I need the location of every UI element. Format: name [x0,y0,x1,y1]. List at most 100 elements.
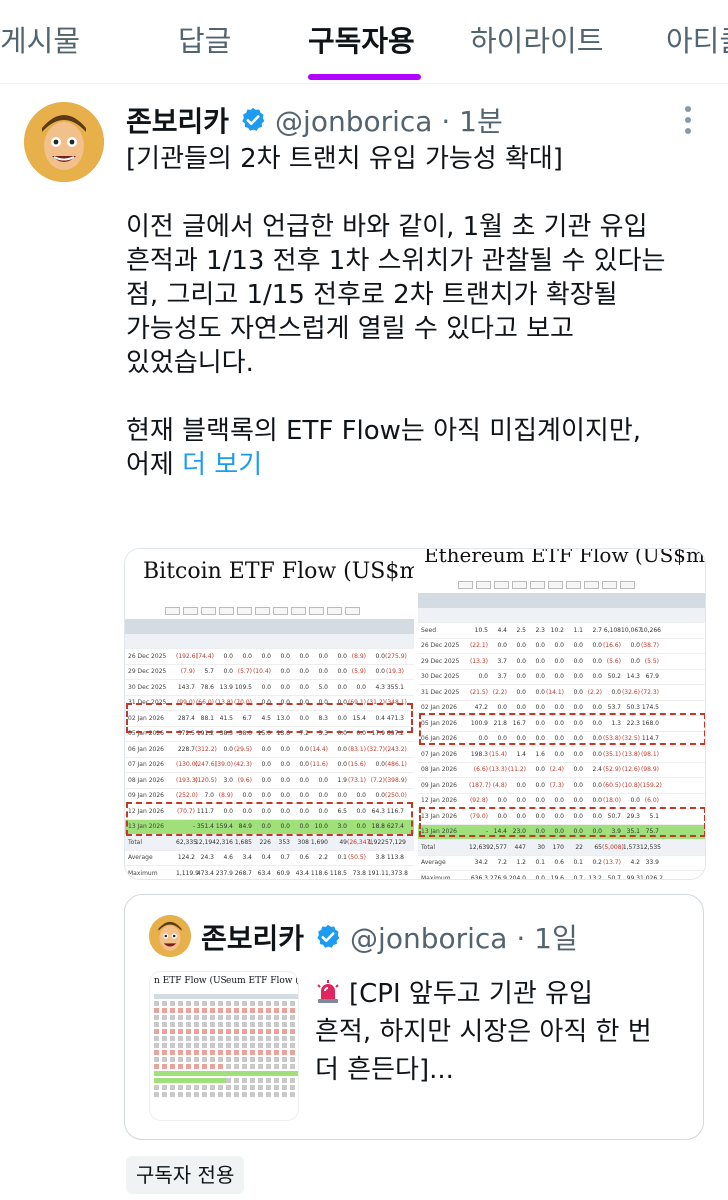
table-cell: 0.0 [554,704,564,712]
table-row: 08 Jan 2026 (6.6) (13.3) (11.2) 0.0 (2.4) 0.0 2… [418,761,705,778]
table-cell: 0.0 [611,688,621,696]
table-cell: (22.1) [469,642,488,650]
table-cell: (12.6) [621,766,640,774]
post-media[interactable]: Bitcoin ETF Flow (US$m) 26 Dec 2025 (192.… [124,548,706,880]
quoted-handle-time[interactable]: @jonborica · 1일 [350,917,578,957]
table-cell-date: 29 Dec 2025 [128,668,167,676]
post-line: 점, 그리고 1/15 전후로 2차 트랜치가 확장될 [126,280,618,310]
table-cell-date: Average [128,854,153,862]
table-cell: 6,108 [603,626,621,634]
table-cell: 4.6 [223,854,233,862]
table-cell-date: Maximum [421,874,451,880]
table-cell: (243.2) [385,745,407,753]
table-cell: (486.1) [385,761,407,769]
table-cell: 2,316 [215,838,233,846]
table-cell-date: 30 Dec 2025 [421,673,460,681]
avatar-icon[interactable] [24,102,104,182]
quoted-post-text: [CPI 앞두고 기관 유입 흔적, 하지만 시장은 아직 한 번 더 흔든다]… [315,975,685,1089]
table-cell: 2,577 [489,843,507,851]
table-cell: 1.1 [573,626,583,634]
table-cell: (247.6) [195,761,217,769]
table-cell: (38.7) [640,642,659,650]
table-cell: 0.1 [535,859,545,867]
table-cell: 0.0 [280,792,290,800]
table-row: Total 62,335 12,194 2,316 1,685 226 353 308 1,69… [125,834,414,850]
table-cell: 0.0 [573,673,583,681]
tab-replies[interactable]: 답글 [178,18,231,60]
quoted-avatar-icon[interactable] [149,915,191,957]
bitcoin-etf-flow-image[interactable]: Bitcoin ETF Flow (US$m) 26 Dec 2025 (192.… [125,549,429,879]
table-cell: (72.3) [640,688,659,696]
table-cell: 0.0 [356,792,366,800]
tab-subscriptions[interactable]: 구독자용 [308,18,415,60]
table-cell: 355.1 [386,683,404,691]
highlight-box [126,802,413,836]
table-cell: 0.0 [573,797,583,805]
table-cell: 0.0 [592,750,602,758]
table-cell: 3.0 [223,776,233,784]
show-more-link[interactable]: 더 보기 [182,450,262,480]
post-line: 흔적과 1/13 전후 1차 스위치가 관찰될 수 있다는 [126,246,666,276]
table-cell: (7.9) [180,668,195,676]
table-cell: 237.9 [215,869,233,877]
highlight-box [126,703,413,733]
table-cell: 12,639 [469,843,490,851]
table-cell: 0.0 [630,797,640,805]
table-cell: 0.0 [630,657,640,665]
table-cell-date: 08 Jan 2026 [128,776,164,784]
table-cell: 14.3 [626,673,640,681]
table-cell: 0.0 [592,673,602,681]
active-tab-indicator [308,74,421,80]
table-cell: (29.5) [233,745,252,753]
table-cell: 0.0 [592,642,602,650]
table-cell-date: 02 Jan 2026 [421,704,457,712]
table-cell: (52.9) [602,766,621,774]
table-cell: 473.4 [196,869,214,877]
table-cell: 0.0 [573,657,583,665]
table-cell: 10,067 [621,626,642,634]
table-cell: 0.0 [516,781,526,789]
table-cell: 0.6 [299,854,309,862]
table-cell: 0.0 [318,668,328,676]
table-cell: (32.7) [366,745,385,753]
table-cell-date: 26 Dec 2025 [128,652,167,660]
thumb-right-table [226,994,298,1114]
more-options-icon[interactable] [680,106,696,140]
table-cell: 13.2 [588,874,602,880]
table-cell: 1.6 [535,750,545,758]
table-cell: (92.8) [469,797,488,805]
table-cell: 0.0 [554,797,564,805]
table-cell: (312.2) [195,745,217,753]
table-cell: 99.3 [626,874,640,880]
table-cell: 353 [278,838,290,846]
table-cell: (13.3) [488,766,507,774]
quoted-line: [CPI 앞두고 기관 유입 [315,975,685,1013]
table-cell: 0.0 [535,657,545,665]
tab-highlights[interactable]: 하이라이트 [470,18,603,60]
author-handle-time[interactable]: @jonborica · 1분 [275,100,503,140]
quoted-line: 흔적, 하지만 시장은 아직 한 번 [315,1017,652,1047]
table-cell: 24.3 [200,854,214,862]
table-cell: (13.3) [469,657,488,665]
quoted-post[interactable]: 존보리카 @jonborica · 1일 n ETF Flow (US eum … [124,894,704,1140]
table-cell: 0.0 [554,673,564,681]
table-cell: 0.0 [261,652,271,660]
ethereum-chart-title: Ethereum ETF Flow (US$m) [424,548,706,567]
table-row: Maximum 636.3 276.9 204.0 0.0 19.6 0.7 13.2 50.7… [418,870,705,880]
table-cell: 49 [339,838,347,846]
table-cell: 33.9 [645,859,659,867]
table-cell: 7.0 [204,792,214,800]
table-cell: 0.0 [280,683,290,691]
table-cell: 47.2 [474,704,488,712]
tab-posts[interactable]: 게시물 [0,18,80,60]
table-cell: (39.0) [214,761,233,769]
ethereum-etf-flow-image[interactable]: Ethereum ETF Flow (US$m) Seed 10.5 4.4 2.5 2… [418,548,706,880]
table-cell: 0.1 [573,859,583,867]
post-line: 어제 더 보기 [126,448,718,482]
table-cell: 0.0 [516,642,526,650]
author-name[interactable]: 존보리카 [126,100,229,140]
quoted-author-name[interactable]: 존보리카 [201,917,304,957]
tab-articles[interactable]: 아티클 [666,18,728,60]
quoted-media-thumbnail[interactable]: n ETF Flow (US eum ETF Flow ( [149,971,299,1121]
table-cell: 109.5 [234,683,252,691]
